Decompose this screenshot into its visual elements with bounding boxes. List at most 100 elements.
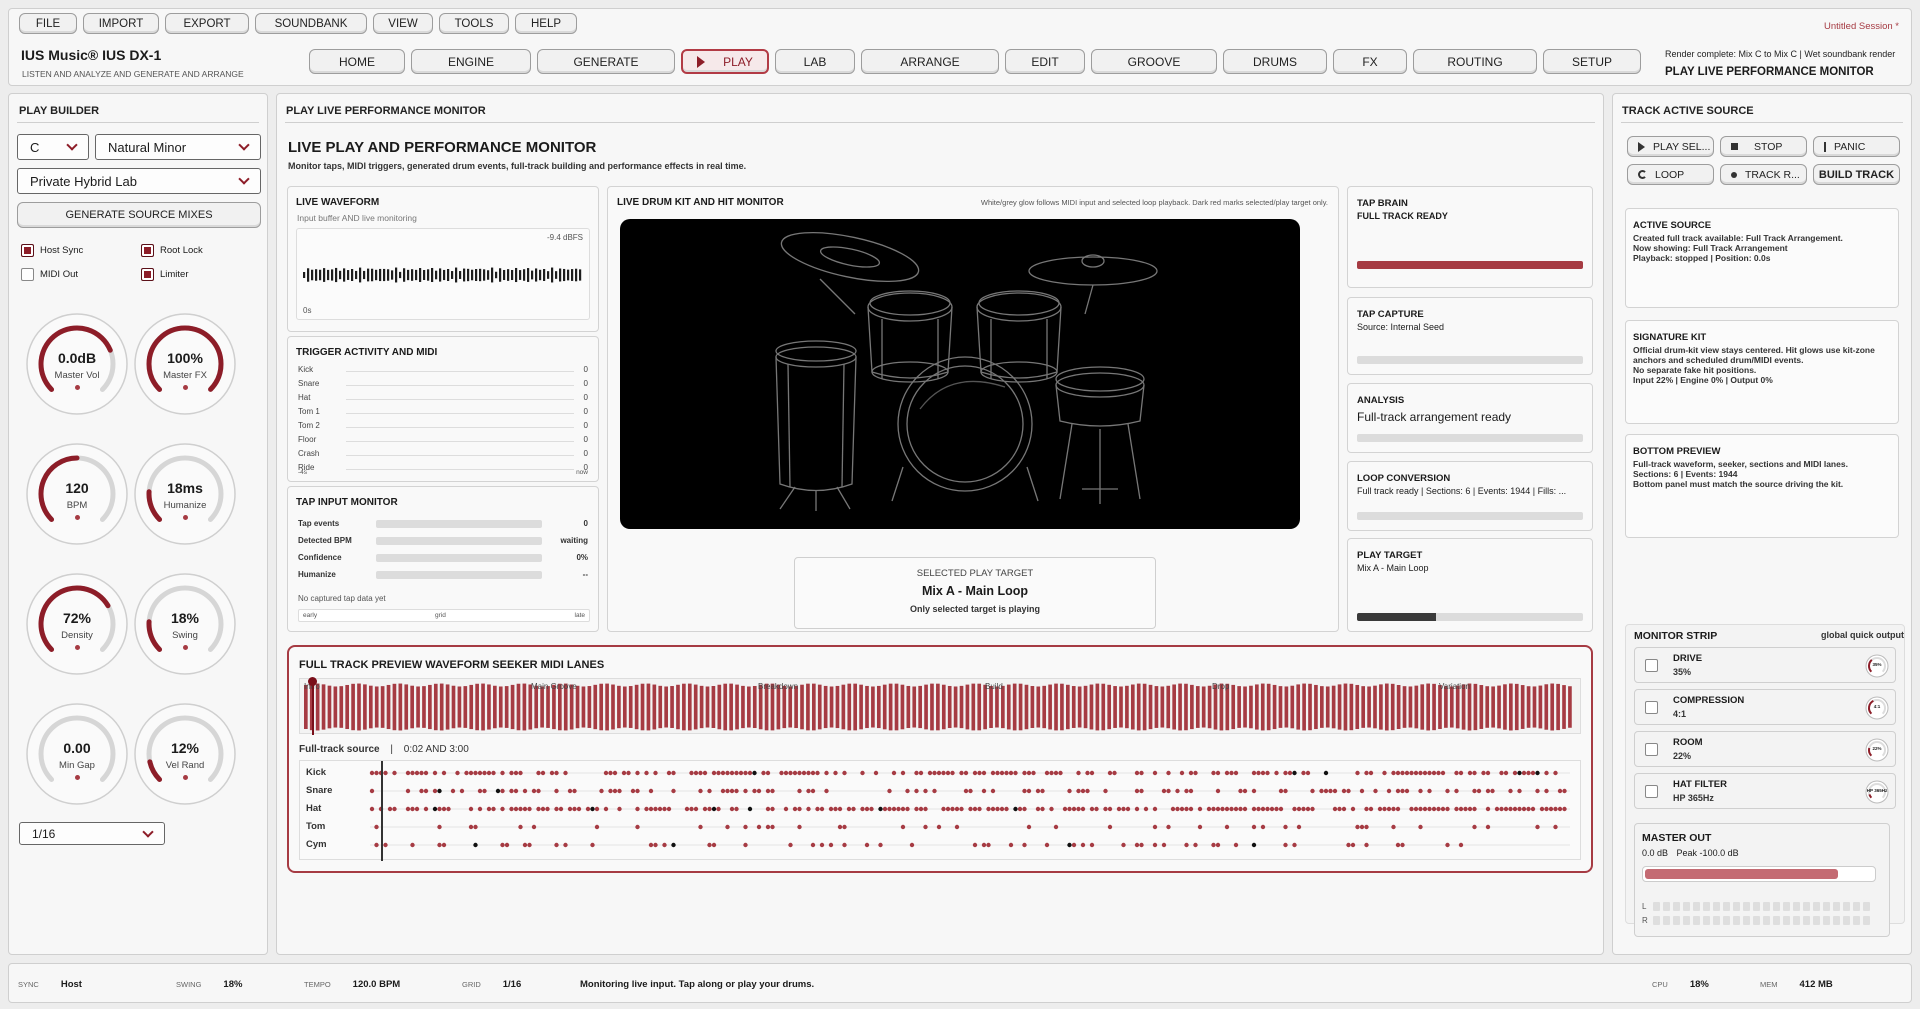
side-card-tap-capture: TAP CAPTURE Source: Internal Seed	[1347, 297, 1593, 375]
menu-soundbank[interactable]: SOUNDBANK	[255, 13, 367, 34]
nav-tab-engine[interactable]: ENGINE	[411, 49, 531, 74]
strip-checkbox[interactable]	[1645, 701, 1658, 714]
playhead[interactable]	[312, 679, 314, 735]
knob-indicator	[183, 775, 188, 780]
knob-humanize[interactable]: 18ms Humanize	[133, 442, 237, 546]
menu-export[interactable]: EXPORT	[165, 13, 249, 34]
status-tempo-label: TEMPO	[304, 980, 331, 989]
source-button-label: PLAY SEL...	[1653, 140, 1711, 153]
scale-select[interactable]: Natural Minor	[95, 134, 261, 160]
grid-select[interactable]: 1/16	[19, 822, 165, 845]
generate-source-mixes-button[interactable]: GENERATE SOURCE MIXES	[17, 202, 261, 228]
side-card-progress	[1357, 613, 1583, 621]
meter-segment	[1823, 902, 1830, 911]
meter-segment	[1863, 916, 1870, 925]
meter-segment	[1833, 916, 1840, 925]
nav-tab-drums[interactable]: DRUMS	[1223, 49, 1327, 74]
lab-value: Private Hybrid Lab	[30, 173, 137, 189]
meter-segment	[1693, 902, 1700, 911]
source-button-label: TRACK R...	[1745, 168, 1800, 181]
meter-segment	[1833, 902, 1840, 911]
strip-drive[interactable]: DRIVE 35% 35%	[1634, 647, 1896, 683]
playhead-handle[interactable]	[308, 677, 317, 686]
trigger-lane	[346, 427, 574, 428]
nav-tab-lab[interactable]: LAB	[775, 49, 855, 74]
trigger-count: 0	[583, 393, 588, 402]
meter-segment	[1773, 902, 1780, 911]
trigger-row-hat: Hat 0	[298, 393, 588, 407]
nav-tab-setup[interactable]: SETUP	[1543, 49, 1641, 74]
menu-tools[interactable]: TOOLS	[439, 13, 509, 34]
checkbox-box[interactable]	[141, 244, 154, 257]
checkbox-midi-out[interactable]: MIDI Out	[21, 268, 78, 281]
midi-lanes[interactable]: Kick Snare Hat Tom Cym	[299, 760, 1581, 861]
grid-value: 1/16	[32, 826, 56, 841]
nav-tab-play[interactable]: PLAY	[681, 49, 769, 74]
checkbox-box[interactable]	[21, 268, 34, 281]
nav-tab-routing[interactable]: ROUTING	[1413, 49, 1537, 74]
strip-knob[interactable]: HP 365Hz	[1865, 780, 1889, 804]
source-button-label: STOP	[1754, 140, 1783, 153]
knob-master-fx[interactable]: 100% Master FX	[133, 312, 237, 416]
source-button-loop[interactable]: LOOP	[1627, 164, 1714, 185]
knob-swing[interactable]: 18% Swing	[133, 572, 237, 676]
key-select[interactable]: C	[17, 134, 89, 160]
checkbox-host-sync[interactable]: Host Sync	[21, 244, 83, 257]
strip-checkbox[interactable]	[1645, 743, 1658, 756]
strip-hat-filter[interactable]: HAT FILTER HP 365Hz HP 365Hz	[1634, 773, 1896, 809]
checkbox-root-lock[interactable]: Root Lock	[141, 244, 203, 257]
knob-vel-rand[interactable]: 12% Vel Rand	[133, 702, 237, 806]
checkbox-box[interactable]	[141, 268, 154, 281]
knob-master-vol[interactable]: 0.0dB Master Vol	[25, 312, 129, 416]
knob-bpm[interactable]: 120 BPM	[25, 442, 129, 546]
source-button-stop[interactable]: STOP	[1720, 136, 1807, 157]
preview-waveform	[304, 683, 1572, 731]
tap-timing-scale: early grid late	[298, 609, 590, 622]
nav-tab-generate[interactable]: GENERATE	[537, 49, 675, 74]
strip-room[interactable]: ROOM 22% 22%	[1634, 731, 1896, 767]
nav-tab-arrange[interactable]: ARRANGE	[861, 49, 999, 74]
meter-segment	[1753, 902, 1760, 911]
checkbox-box[interactable]	[21, 244, 34, 257]
tap-row-detected-bpm: Detected BPM waiting	[298, 534, 588, 548]
nav-tab-edit[interactable]: EDIT	[1005, 49, 1085, 74]
nav-tab-home[interactable]: HOME	[309, 49, 405, 74]
menu-view[interactable]: VIEW	[373, 13, 433, 34]
source-button-build-track[interactable]: BUILD TRACK	[1813, 164, 1900, 185]
strip-checkbox[interactable]	[1645, 785, 1658, 798]
side-card-text: Full track ready | Sections: 6 | Events:…	[1357, 486, 1567, 496]
trigger-row-kick: Kick 0	[298, 365, 588, 379]
status-grid-label: GRID	[462, 980, 481, 989]
strip-checkbox[interactable]	[1645, 659, 1658, 672]
nav-tab-fx[interactable]: FX	[1333, 49, 1407, 74]
meter-segment	[1663, 902, 1670, 911]
strip-knob[interactable]: 4:1	[1865, 696, 1889, 720]
knob-min-gap[interactable]: 0.00 Min Gap	[25, 702, 129, 806]
strip-compression[interactable]: COMPRESSION 4:1 4:1	[1634, 689, 1896, 725]
knob-density[interactable]: 72% Density	[25, 572, 129, 676]
menu-import[interactable]: IMPORT	[83, 13, 159, 34]
menu-help[interactable]: HELP	[515, 13, 577, 34]
master-volume-slider[interactable]	[1642, 866, 1876, 882]
knob-label: Humanize	[163, 500, 207, 511]
tap-name: Tap events	[298, 519, 340, 528]
drum-kit-card: LIVE DRUM KIT AND HIT MONITOR White/grey…	[607, 186, 1339, 632]
source-button-track-r[interactable]: TRACK R...	[1720, 164, 1807, 185]
menu-file[interactable]: FILE	[19, 13, 77, 34]
drum-kit-view[interactable]	[620, 219, 1300, 529]
status-tempo: TEMPO 120.0 BPM	[304, 979, 400, 990]
preview-waveform-seeker[interactable]: IntroMain GrooveBreakdownBuildDropVariat…	[299, 677, 1581, 735]
tap-bar	[376, 537, 542, 545]
nav-tab-label: PLAY	[723, 54, 753, 69]
selected-play-target[interactable]: SELECTED PLAY TARGET Mix A - Main Loop O…	[794, 557, 1156, 629]
nav-tab-groove[interactable]: GROOVE	[1091, 49, 1217, 74]
strip-knob-value: 4:1	[1873, 704, 1881, 709]
trigger-lane	[346, 455, 574, 456]
tap-value: 0%	[576, 553, 588, 562]
strip-knob[interactable]: 22%	[1865, 738, 1889, 762]
checkbox-limiter[interactable]: Limiter	[141, 268, 189, 281]
source-button-panic[interactable]: PANIC	[1813, 136, 1900, 157]
lab-select[interactable]: Private Hybrid Lab	[17, 168, 261, 194]
strip-knob[interactable]: 35%	[1865, 654, 1889, 678]
source-button-play-sel[interactable]: PLAY SEL...	[1627, 136, 1714, 157]
